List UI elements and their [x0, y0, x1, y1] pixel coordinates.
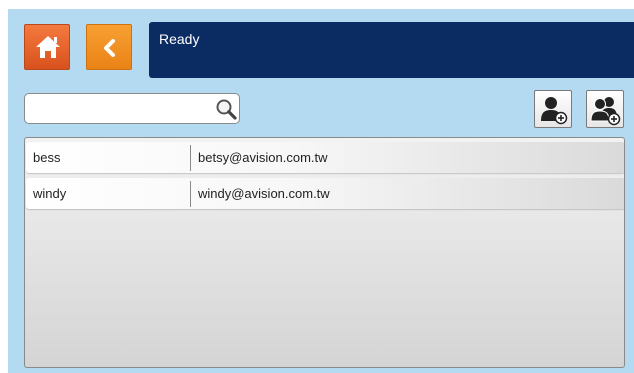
status-text: Ready	[159, 31, 200, 47]
list-item[interactable]: windy windy@avision.com.tw	[26, 178, 624, 209]
add-user-button[interactable]	[534, 90, 572, 128]
contact-email: betsy@avision.com.tw	[198, 150, 328, 165]
home-button[interactable]	[24, 24, 70, 70]
add-user-icon	[541, 97, 568, 125]
contact-name: bess	[33, 150, 61, 165]
app-screen: Ready bess betsy@avision.com.tw windy wi…	[8, 9, 634, 373]
column-divider	[190, 145, 191, 171]
search-input[interactable]	[31, 99, 209, 118]
add-group-button[interactable]	[586, 90, 624, 128]
home-icon	[36, 36, 60, 58]
contact-email: windy@avision.com.tw	[198, 186, 330, 201]
contact-list: bess betsy@avision.com.tw windy windy@av…	[24, 137, 625, 368]
status-bar: Ready	[149, 22, 634, 78]
back-button[interactable]	[86, 24, 132, 70]
search-box[interactable]	[24, 93, 240, 124]
contact-name: windy	[33, 186, 67, 201]
add-group-icon	[590, 97, 621, 126]
chevron-left-icon	[104, 39, 115, 57]
magnifier-icon[interactable]	[214, 97, 238, 121]
list-item[interactable]: bess betsy@avision.com.tw	[26, 142, 624, 173]
column-divider	[190, 181, 191, 207]
